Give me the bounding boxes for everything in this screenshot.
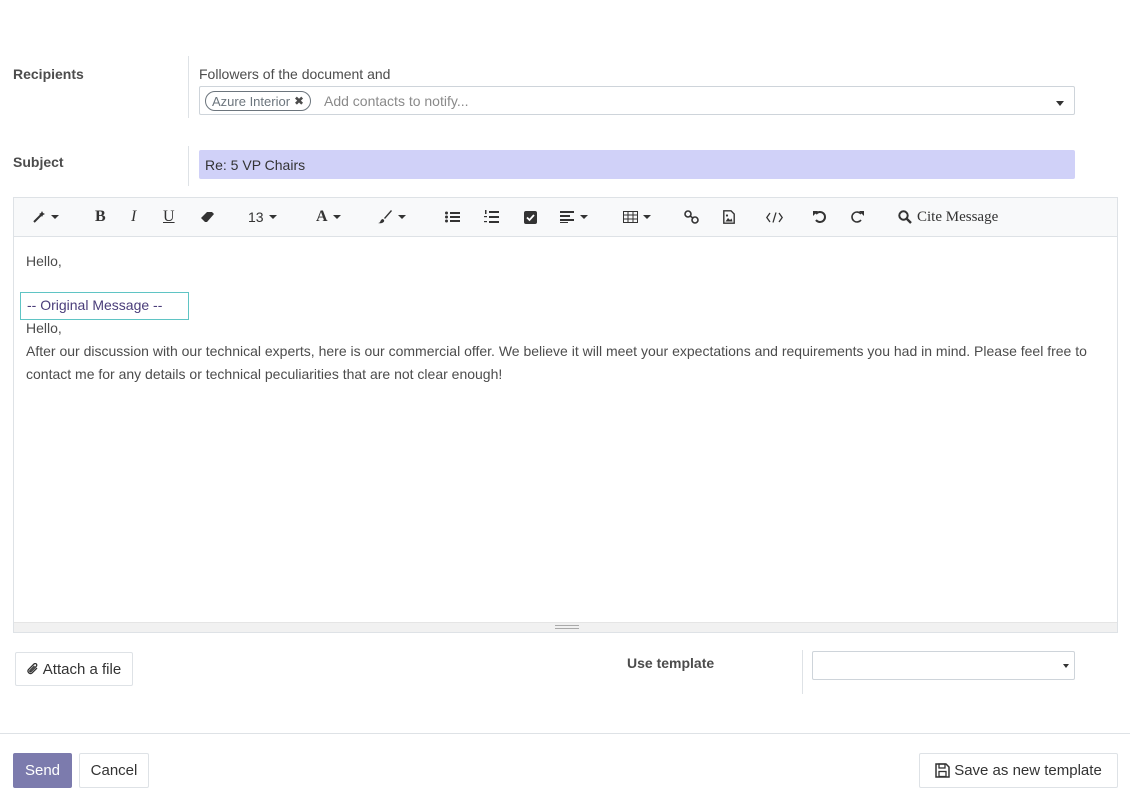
magic-wand-icon	[33, 211, 45, 223]
quoted-greeting-text: Hello,	[26, 320, 62, 336]
caret-down-icon	[398, 215, 406, 219]
align-left-icon	[560, 211, 574, 223]
subject-separator	[188, 146, 189, 186]
link-button[interactable]	[684, 207, 699, 227]
subject-label: Subject	[13, 154, 64, 170]
save-as-template-button[interactable]: Save as new template	[919, 753, 1118, 788]
quoted-message-text: After our discussion with our technical …	[26, 343, 1087, 382]
align-button[interactable]	[560, 207, 588, 227]
search-icon	[898, 210, 912, 224]
undo-button[interactable]	[813, 207, 827, 227]
caret-down-icon	[51, 215, 59, 219]
caret-down-icon	[268, 215, 277, 219]
template-separator	[802, 650, 803, 694]
template-select[interactable]	[812, 651, 1075, 680]
numbered-list-icon	[484, 210, 499, 223]
code-view-button[interactable]	[766, 207, 783, 227]
eraser-icon	[201, 212, 214, 222]
send-button[interactable]: Send	[13, 753, 72, 788]
table-icon	[623, 211, 638, 223]
image-file-icon	[723, 210, 735, 224]
font-size-button[interactable]: 13	[248, 207, 277, 227]
paperclip-icon	[27, 662, 38, 674]
editor-toolbar: B I U 13 A Cite Message	[14, 198, 1117, 237]
cancel-label: Cancel	[90, 762, 138, 779]
recipients-input[interactable]	[324, 91, 1004, 111]
chevron-down-icon[interactable]	[1063, 664, 1069, 668]
attach-file-button[interactable]: Attach a file	[15, 652, 133, 686]
cite-message-button[interactable]: Cite Message	[898, 207, 998, 227]
italic-button[interactable]: I	[131, 207, 136, 227]
editor-resize-handle[interactable]	[14, 622, 1117, 632]
table-button[interactable]	[623, 207, 651, 227]
footer-divider	[0, 733, 1130, 734]
greeting-text: Hello,	[26, 253, 62, 269]
cite-message-label: Cite Message	[917, 208, 999, 225]
subject-input[interactable]	[199, 150, 1075, 179]
underline-button[interactable]: U	[163, 207, 175, 227]
html-editor: B I U 13 A Cite Message Hello, -- Origin…	[13, 197, 1118, 633]
recipients-label: Recipients	[13, 66, 84, 82]
link-icon	[684, 210, 699, 224]
magic-wand-button[interactable]	[32, 207, 59, 227]
send-label: Send	[24, 762, 61, 779]
use-template-label: Use template	[627, 655, 715, 671]
image-button[interactable]	[723, 207, 735, 227]
save-as-template-label: Save as new template	[954, 762, 1102, 779]
bold-glyph: B	[95, 208, 106, 225]
checklist-button[interactable]	[524, 207, 537, 227]
font-size-value: 13	[248, 209, 264, 225]
background-color-button[interactable]	[378, 207, 406, 227]
redo-icon	[851, 211, 864, 223]
chevron-down-icon[interactable]	[1056, 101, 1064, 106]
recipient-tag[interactable]: Azure Interior ✖	[205, 91, 312, 111]
font-color-glyph: A	[316, 208, 328, 225]
caret-down-icon	[643, 215, 651, 219]
floppy-disk-icon	[935, 763, 950, 778]
cancel-button[interactable]: Cancel	[79, 753, 149, 788]
followers-text: Followers of the document and	[199, 66, 391, 82]
bullet-list-button[interactable]	[445, 207, 460, 227]
eraser-button[interactable]	[200, 207, 215, 227]
remove-tag-icon[interactable]: ✖	[294, 93, 304, 110]
redo-button[interactable]	[850, 207, 864, 227]
undo-icon	[813, 211, 826, 223]
recipient-tag-label: Azure Interior	[212, 93, 291, 109]
caret-down-icon	[332, 215, 341, 219]
recipients-separator	[188, 56, 189, 118]
editor-body[interactable]: Hello, -- Original Message -- Hello, Aft…	[14, 237, 1117, 623]
numbered-list-button[interactable]	[484, 207, 499, 227]
font-color-button[interactable]: A	[316, 207, 341, 227]
attach-file-label: Attach a file	[42, 660, 122, 678]
caret-down-icon	[580, 215, 588, 219]
code-icon	[766, 211, 783, 223]
underline-glyph: U	[163, 208, 175, 225]
italic-glyph: I	[131, 208, 137, 225]
paint-brush-icon	[378, 210, 392, 224]
recipients-field[interactable]: Azure Interior ✖	[199, 86, 1075, 115]
grip-icon	[555, 625, 579, 629]
bold-button[interactable]: B	[95, 207, 106, 227]
bullet-list-icon	[445, 211, 460, 223]
original-message-header: -- Original Message --	[20, 292, 189, 320]
checkbox-icon	[524, 210, 537, 224]
